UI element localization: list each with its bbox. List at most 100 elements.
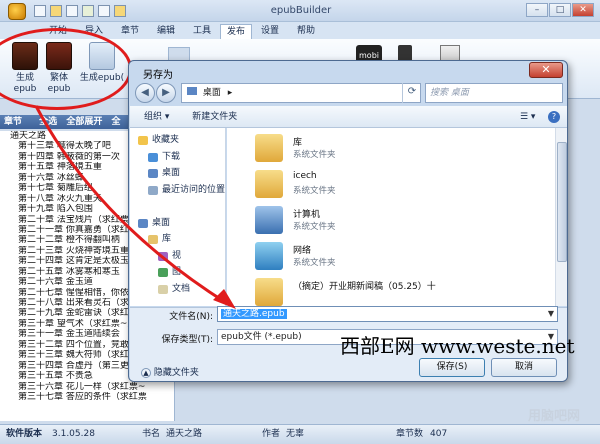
nav-item-label: 桌面 xyxy=(152,217,171,228)
dialog-title: 另存为 xyxy=(143,70,173,81)
file-type: 系统文件夹 xyxy=(293,222,336,232)
file-type: 系统文件夹 xyxy=(293,150,336,160)
corner-logo: 用脑吧网 xyxy=(527,409,580,424)
navigation-pane: 收藏夹 下载 桌面 最近访问的位置 桌面库视图文档 xyxy=(130,128,226,306)
view-options-icon[interactable]: ☰ ▾ xyxy=(520,106,535,128)
open-folder-icon[interactable] xyxy=(50,5,62,17)
file-name: 网络 xyxy=(293,246,312,256)
filename-field[interactable]: 通天之路.epub ▼ xyxy=(217,306,558,322)
watermark-text: 西部E网 www.weste.net xyxy=(340,334,575,358)
folder-icon xyxy=(255,278,283,306)
file-item[interactable]: 库系统文件夹 xyxy=(227,132,547,166)
file-item[interactable]: （摘定）开业期新闻稿（05.25）十 xyxy=(227,276,547,306)
maximize-button[interactable]: □ xyxy=(549,3,571,17)
select-all-button[interactable]: 全选 xyxy=(25,117,57,127)
collapse-icon: ▲ xyxy=(141,367,151,378)
address-chevron-icon[interactable]: ▸ xyxy=(224,88,233,98)
organize-label: 组织 xyxy=(144,112,163,122)
nav-item[interactable]: 桌面 xyxy=(130,167,225,180)
nav-item[interactable]: 库 xyxy=(130,233,225,246)
desktop-icon xyxy=(187,87,197,95)
library-icon xyxy=(148,235,158,244)
save-button[interactable]: 保存(S) xyxy=(419,358,485,377)
file-list-scrollbar[interactable] xyxy=(555,128,567,306)
version-value: 3.1.05.28 xyxy=(52,429,95,439)
book-name-label: 书名 xyxy=(142,429,161,439)
organize-button[interactable]: 组织 ▾ xyxy=(130,112,169,122)
undo-icon[interactable] xyxy=(98,5,110,17)
computer-icon xyxy=(255,206,283,234)
nav-item[interactable]: 图 xyxy=(130,266,225,279)
expand-all-button[interactable]: 全部展开 xyxy=(60,117,102,127)
tab-help[interactable]: 帮助 xyxy=(292,24,320,39)
nav-item[interactable]: 桌面 xyxy=(130,217,225,230)
chapter-panel-header: 章节 全选 全部展开 全 xyxy=(0,115,135,129)
nav-item-label: 下载 xyxy=(162,151,181,162)
refresh-icon[interactable]: ⟳ xyxy=(402,83,421,103)
new-folder-button[interactable]: 新建文件夹 xyxy=(172,112,237,122)
user-folder-icon xyxy=(255,170,283,198)
tab-chapter[interactable]: 章节 xyxy=(116,24,144,39)
chapter-item[interactable]: 第三十六章 花儿一样（求红票~ xyxy=(0,382,174,392)
scroll-thumb[interactable] xyxy=(557,142,567,262)
nav-item[interactable]: 下载 xyxy=(130,151,225,164)
more-button[interactable]: 全 xyxy=(105,117,120,127)
file-item[interactable]: 计算机 系统文件夹 xyxy=(227,204,547,238)
title-bar: epubBuilder – □ ✕ xyxy=(0,0,600,22)
address-value: 桌面 xyxy=(202,88,221,98)
file-type: 系统文件夹 xyxy=(293,258,336,268)
book-name-value: 通天之路 xyxy=(166,429,203,439)
close-button[interactable]: ✕ xyxy=(572,3,594,17)
tab-settings[interactable]: 设置 xyxy=(256,24,284,39)
help-icon[interactable]: ? xyxy=(548,111,560,123)
search-input[interactable]: 搜索 桌面 xyxy=(425,83,563,103)
nav-item[interactable]: 收藏夹 xyxy=(130,134,225,147)
nav-item[interactable]: 文档 xyxy=(130,283,225,296)
file-item[interactable]: 网络 系统文件夹 xyxy=(227,240,547,274)
new-file-icon[interactable] xyxy=(34,5,46,17)
app-logo-icon[interactable] xyxy=(8,3,26,20)
hide-folders-toggle[interactable]: ▲ 隐藏文件夹 xyxy=(141,365,199,378)
recent-places-icon xyxy=(148,185,158,195)
nav-item-label: 库 xyxy=(162,234,172,244)
hide-folders-label: 隐藏文件夹 xyxy=(153,368,199,378)
tab-publish[interactable]: 发布 xyxy=(220,24,252,39)
author-value: 无辜 xyxy=(286,429,305,439)
cancel-button[interactable]: 取消 xyxy=(491,358,557,377)
file-type: 系统文件夹 xyxy=(293,186,336,196)
file-name: 计算机 xyxy=(293,210,321,220)
book-icon[interactable] xyxy=(114,5,126,17)
file-list: 库系统文件夹 icech 系统文件夹 计算机 系统文件夹 网络 系统文件夹 （摘定）开业期新闻… xyxy=(227,128,555,306)
dialog-close-button[interactable]: ✕ xyxy=(529,62,563,78)
filename-label: 文件名(N): xyxy=(169,312,213,322)
nav-item-label: 视 xyxy=(172,250,182,261)
chapter-count-label: 章节数 xyxy=(396,429,424,439)
nav-item-label: 文档 xyxy=(172,283,191,294)
nav-item-label: 收藏夹 xyxy=(152,135,180,145)
library-icon xyxy=(255,134,283,162)
back-button[interactable]: ◀ xyxy=(135,83,155,103)
tool-icon[interactable] xyxy=(82,5,94,17)
download-folder-icon xyxy=(148,152,158,162)
file-item[interactable]: icech 系统文件夹 xyxy=(227,168,547,202)
nav-item-label: 桌面 xyxy=(162,168,181,178)
forward-button[interactable]: ▶ xyxy=(156,83,176,103)
file-name: （摘定）开业期新闻稿（05.25）十 xyxy=(293,282,436,292)
network-icon xyxy=(255,242,283,270)
chevron-down-icon[interactable]: ▼ xyxy=(548,307,554,321)
filetype-value: epub文件 (*.epub) xyxy=(221,332,302,342)
filename-value: 通天之路.epub xyxy=(221,309,287,319)
file-name: icech xyxy=(293,171,317,181)
chapter-item[interactable]: 第三十七章 答应的条件（求红票 xyxy=(0,392,174,402)
tab-tools[interactable]: 工具 xyxy=(188,24,216,39)
dialog-toolbar: 组织 ▾ 新建文件夹 ☰ ▾ ? xyxy=(130,106,567,128)
nav-item[interactable]: 最近访问的位置 xyxy=(130,184,225,197)
chapter-panel-title: 章节 xyxy=(4,117,23,127)
nav-item-label: 图 xyxy=(172,267,182,277)
minimize-button[interactable]: – xyxy=(526,3,548,17)
nav-item[interactable]: 视 xyxy=(130,250,225,263)
address-bar[interactable]: 桌面 ▸ xyxy=(181,83,421,103)
filetype-label: 保存类型(T): xyxy=(161,335,213,345)
save-icon[interactable] xyxy=(66,5,78,17)
tab-edit[interactable]: 编辑 xyxy=(152,24,180,39)
